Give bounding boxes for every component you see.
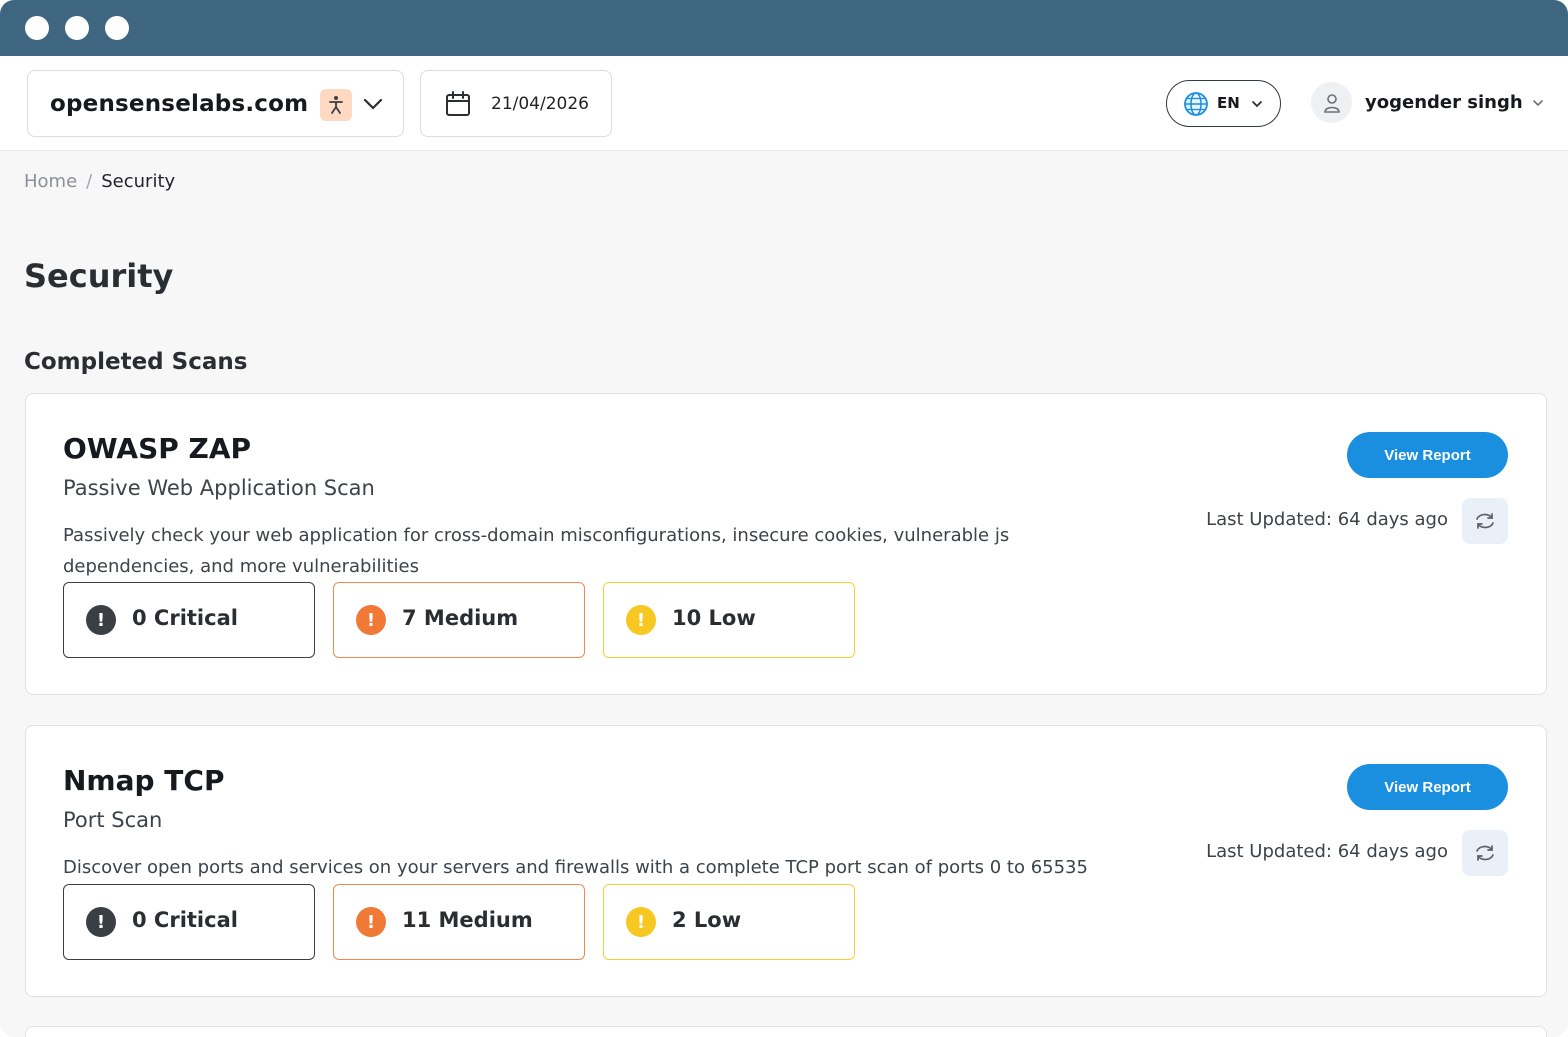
view-report-button[interactable]: View Report <box>1347 432 1508 478</box>
last-updated: Last Updated: 64 days ago <box>1206 841 1448 862</box>
critical-count-badge: ! 0 Critical <box>63 884 315 960</box>
accessibility-icon <box>320 89 352 121</box>
last-updated: Last Updated: 64 days ago <box>1206 509 1448 530</box>
user-menu[interactable]: yogender singh <box>1311 80 1561 127</box>
page-title: Security <box>24 257 174 295</box>
breadcrumb: Home / Security <box>24 171 175 192</box>
language-code: EN <box>1217 94 1240 112</box>
chevron-down-icon <box>1533 100 1543 107</box>
refresh-button[interactable] <box>1462 498 1508 544</box>
medium-count-badge: ! 7 Medium <box>333 582 585 658</box>
low-count-badge: ! 10 Low <box>603 582 855 658</box>
avatar <box>1311 82 1352 123</box>
scan-title: OWASP ZAP <box>63 432 252 465</box>
window-maximize-dot[interactable] <box>105 16 129 40</box>
window-minimize-dot[interactable] <box>65 16 89 40</box>
site-selector[interactable]: opensenselabs.com <box>27 70 404 137</box>
scan-subtitle: Passive Web Application Scan <box>63 476 375 500</box>
critical-count: 0 Critical <box>132 908 238 932</box>
alert-icon: ! <box>626 907 656 937</box>
date-value: 21/04/2026 <box>491 94 589 114</box>
alert-icon: ! <box>356 605 386 635</box>
site-name: opensenselabs.com <box>50 91 309 117</box>
scan-card-partial <box>25 1026 1547 1037</box>
medium-count: 11 Medium <box>402 908 533 932</box>
medium-count: 7 Medium <box>402 606 519 630</box>
breadcrumb-current: Security <box>101 171 176 192</box>
scan-subtitle: Port Scan <box>63 808 163 832</box>
window-titlebar <box>0 0 1568 56</box>
refresh-icon <box>1476 513 1494 529</box>
critical-count-badge: ! 0 Critical <box>63 582 315 658</box>
alert-icon: ! <box>86 907 116 937</box>
scan-card: Nmap TCP Port Scan Discover open ports a… <box>25 725 1547 997</box>
view-report-button[interactable]: View Report <box>1347 764 1508 810</box>
chevron-down-icon <box>363 98 383 110</box>
scan-card: OWASP ZAP Passive Web Application Scan P… <box>25 393 1547 695</box>
scan-description: Passively check your web application for… <box>63 525 1010 577</box>
alert-icon: ! <box>626 605 656 635</box>
date-picker[interactable]: 21/04/2026 <box>420 70 612 137</box>
user-name: yogender singh <box>1365 92 1523 113</box>
chevron-down-icon <box>1252 101 1262 108</box>
window-close-dot[interactable] <box>25 16 49 40</box>
user-icon <box>1323 93 1340 113</box>
breadcrumb-separator: / <box>86 171 93 192</box>
top-header: opensenselabs.com 21/04/2026 EN yogender… <box>0 56 1568 151</box>
alert-icon: ! <box>86 605 116 635</box>
alert-icon: ! <box>356 907 386 937</box>
section-title: Completed Scans <box>24 349 248 375</box>
critical-count: 0 Critical <box>132 606 238 630</box>
globe-icon <box>1184 92 1208 116</box>
language-selector[interactable]: EN <box>1166 80 1281 127</box>
scan-description: Discover open ports and services on your… <box>63 857 1088 878</box>
low-count: 10 Low <box>672 606 756 630</box>
browser-window: opensenselabs.com 21/04/2026 EN yogender… <box>0 0 1568 1037</box>
medium-count-badge: ! 11 Medium <box>333 884 585 960</box>
refresh-icon <box>1476 845 1494 861</box>
low-count-badge: ! 2 Low <box>603 884 855 960</box>
refresh-button[interactable] <box>1462 830 1508 876</box>
calendar-icon <box>446 91 470 116</box>
scan-title: Nmap TCP <box>63 764 225 797</box>
low-count: 2 Low <box>672 908 742 932</box>
breadcrumb-home-link[interactable]: Home <box>24 171 77 192</box>
